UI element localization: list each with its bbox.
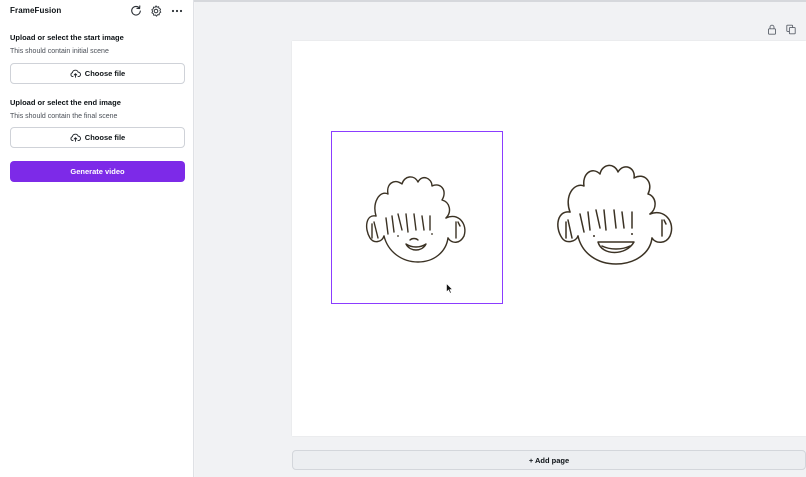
refresh-icon[interactable] — [130, 5, 142, 17]
cloud-upload-icon — [70, 133, 81, 142]
choose-end-file-label: Choose file — [84, 133, 126, 142]
mouse-cursor-icon — [446, 281, 454, 294]
add-page-label: + Add page — [528, 455, 570, 465]
choose-end-file-button[interactable]: Choose file — [10, 127, 185, 148]
duplicate-page-icon[interactable] — [786, 24, 796, 35]
generate-video-label: Generate video — [70, 167, 125, 176]
end-image-subtitle: This should contain the final scene — [10, 113, 118, 120]
panel-header: FrameFusion — [10, 5, 186, 19]
more-icon[interactable] — [171, 5, 183, 17]
end-image-title: Upload or select the end image — [10, 98, 121, 107]
generate-video-button[interactable]: Generate video — [10, 161, 185, 182]
app-title: FrameFusion — [10, 6, 62, 15]
choose-start-file-button[interactable]: Choose file — [10, 63, 185, 84]
cloud-upload-icon — [70, 69, 81, 78]
start-image-subtitle: This should contain initial scene — [10, 48, 109, 55]
gear-icon[interactable] — [150, 5, 162, 17]
app-panel: FrameFusion Upload or select the start i… — [0, 0, 194, 477]
start-image-title: Upload or select the start image — [10, 33, 124, 42]
sketch-face-image[interactable] — [362, 172, 472, 266]
lock-icon[interactable] — [767, 24, 777, 35]
sketch-face-image-end[interactable] — [552, 160, 682, 270]
add-page-button[interactable]: + Add page — [292, 450, 806, 470]
choose-start-file-label: Choose file — [84, 69, 126, 78]
